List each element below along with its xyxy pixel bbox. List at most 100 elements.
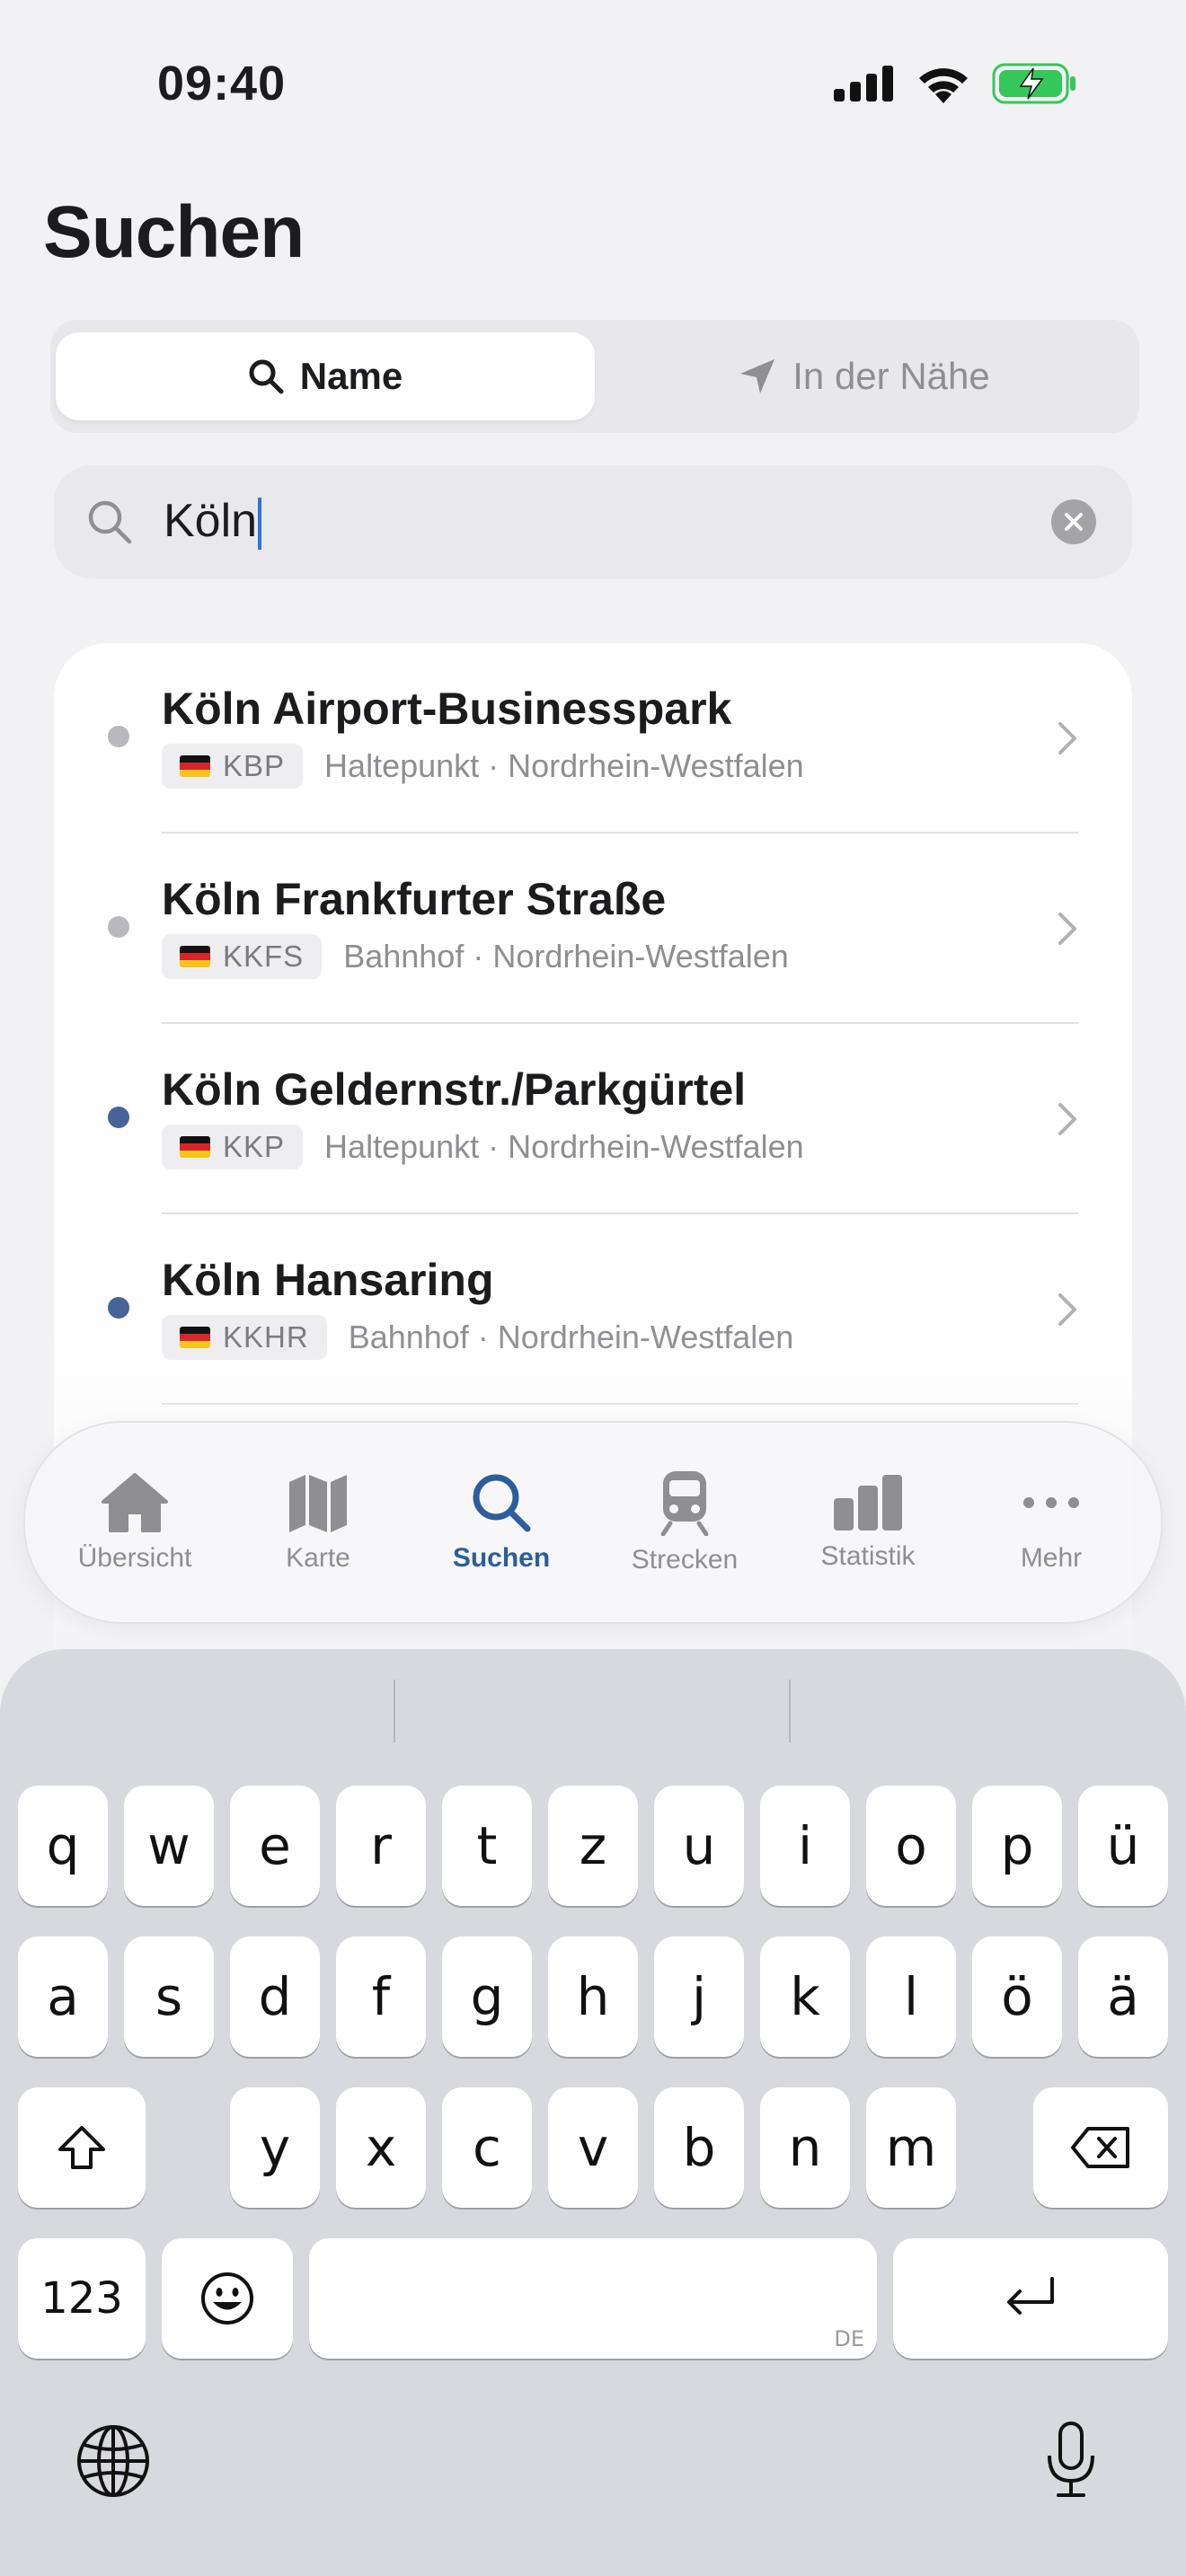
house-icon: [102, 1473, 168, 1532]
search-text: Köln: [164, 494, 258, 547]
station-detail: Haltepunkt · Nordrhein-Westfalen: [324, 747, 804, 784]
key-e[interactable]: e: [230, 1786, 320, 1906]
key-l[interactable]: l: [866, 1936, 956, 2057]
key-o[interactable]: o: [866, 1786, 956, 1906]
key-z[interactable]: z: [548, 1786, 638, 1906]
wifi-icon: [919, 68, 968, 103]
key-u[interactable]: u: [654, 1786, 744, 1906]
key-ü[interactable]: ü: [1078, 1786, 1168, 1906]
station-meta: KKHR Bahnhof · Nordrhein-Westfalen: [162, 1315, 793, 1360]
key-r[interactable]: r: [336, 1786, 426, 1906]
search-input-value: Köln: [164, 494, 262, 551]
key-k[interactable]: k: [760, 1936, 850, 2057]
tab-uebersicht[interactable]: Übersicht: [43, 1423, 226, 1622]
key-a[interactable]: a: [18, 1936, 108, 2057]
key-f[interactable]: f: [336, 1936, 426, 2057]
predictive-divider: [394, 1680, 395, 1742]
station-meta: KKFS Bahnhof · Nordrhein-Westfalen: [162, 934, 789, 979]
ellipsis-icon: [1023, 1497, 1079, 1508]
delete-key[interactable]: [1033, 2087, 1168, 2208]
return-icon: [1007, 2277, 1054, 2315]
station-code-badge: KBP: [162, 744, 304, 789]
predictive-divider: [789, 1680, 791, 1742]
search-icon: [88, 500, 132, 544]
map-icon: [289, 1475, 347, 1532]
keyboard-language-label: DE: [834, 2326, 864, 2351]
tab-statistik[interactable]: Statistik: [776, 1423, 960, 1622]
close-icon: [1065, 513, 1083, 531]
germany-flag-icon: [180, 755, 210, 777]
key-n[interactable]: n: [760, 2087, 850, 2208]
key-i[interactable]: i: [760, 1786, 850, 1906]
status-time: 09:40: [157, 57, 287, 110]
delete-backspace-icon: [1071, 2127, 1129, 2168]
predictive-text-bar[interactable]: [0, 1649, 1186, 1784]
key-ö[interactable]: ö: [972, 1936, 1062, 2057]
tab-strecken[interactable]: Strecken: [593, 1423, 776, 1622]
page-title: Suchen: [43, 191, 305, 273]
key-p[interactable]: p: [972, 1786, 1062, 1906]
key-b[interactable]: b: [654, 2087, 744, 2208]
chevron-right-icon: [1058, 722, 1076, 754]
location-arrow-icon: [740, 359, 775, 393]
train-icon: [660, 1471, 709, 1536]
station-code: KKP: [223, 1130, 286, 1163]
clear-search-button[interactable]: [1051, 499, 1096, 544]
microphone-icon[interactable]: [1044, 2420, 1098, 2501]
key-x[interactable]: x: [336, 2087, 426, 2208]
numbers-key[interactable]: 123: [18, 2238, 146, 2359]
list-item[interactable]: Köln Hansaring KKHR Bahnhof · Nordrhein-…: [54, 1214, 1132, 1405]
key-t[interactable]: t: [442, 1786, 532, 1906]
station-meta: KKP Haltepunkt · Nordrhein-Westfalen: [162, 1125, 804, 1169]
key-s[interactable]: s: [124, 1936, 214, 2057]
key-y[interactable]: y: [230, 2087, 320, 2208]
key-j[interactable]: j: [654, 1936, 744, 2057]
shift-key[interactable]: [18, 2087, 146, 2208]
status-bar: 09:40: [0, 0, 1186, 171]
list-item[interactable]: Köln Geldernstr./Parkgürtel KKP Haltepun…: [54, 1024, 1132, 1214]
key-c[interactable]: c: [442, 2087, 532, 2208]
key-d[interactable]: d: [230, 1936, 320, 2057]
key-g[interactable]: g: [442, 1936, 532, 2057]
key-q[interactable]: q: [18, 1786, 108, 1906]
tab-label: Karte: [286, 1543, 350, 1573]
space-key[interactable]: DE: [309, 2238, 877, 2359]
tab-label: Mehr: [1020, 1543, 1083, 1573]
return-key[interactable]: [893, 2238, 1168, 2359]
tab-bar: Übersicht Karte Suchen Strecken Statisti…: [23, 1421, 1163, 1624]
battery-charging-icon: [992, 63, 1075, 104]
tab-karte[interactable]: Karte: [226, 1423, 410, 1622]
tab-mehr[interactable]: Mehr: [960, 1423, 1143, 1622]
key-h[interactable]: h: [548, 1936, 638, 2057]
tab-label: Strecken: [631, 1545, 739, 1575]
segment-nearby[interactable]: In der Nähe: [595, 332, 1134, 420]
shift-icon: [58, 2126, 105, 2169]
list-item[interactable]: Köln Frankfurter Straße KKFS Bahnhof · N…: [54, 834, 1132, 1024]
segment-name[interactable]: Name: [56, 332, 595, 420]
status-icons: [834, 63, 1078, 104]
station-code-badge: KKHR: [162, 1315, 327, 1360]
emoji-key[interactable]: [162, 2238, 293, 2359]
key-ä[interactable]: ä: [1078, 1936, 1168, 2057]
cellular-signal-icon: [834, 66, 893, 101]
globe-icon[interactable]: [75, 2423, 151, 2499]
row-divider: [162, 1403, 1078, 1405]
germany-flag-icon: [180, 1136, 210, 1158]
chevron-right-icon: [1058, 1103, 1076, 1135]
emoji-icon: [201, 2272, 253, 2325]
key-m[interactable]: m: [866, 2087, 956, 2208]
list-item[interactable]: Köln Airport-Businesspark KBP Haltepunkt…: [54, 643, 1132, 834]
segment-nearby-label: In der Nähe: [792, 355, 990, 397]
tab-label: Statistik: [820, 1541, 916, 1571]
search-input[interactable]: Köln: [54, 465, 1132, 578]
key-v[interactable]: v: [548, 2087, 638, 2208]
station-code-badge: KKFS: [162, 934, 323, 979]
station-code: KBP: [223, 749, 286, 782]
station-meta: KBP Haltepunkt · Nordrhein-Westfalen: [162, 744, 804, 789]
key-w[interactable]: w: [124, 1786, 214, 1906]
tab-suchen[interactable]: Suchen: [410, 1423, 593, 1622]
text-caret: [258, 498, 262, 551]
germany-flag-icon: [180, 1327, 210, 1348]
chevron-right-icon: [1058, 913, 1076, 945]
station-status-dot: [108, 1297, 129, 1319]
